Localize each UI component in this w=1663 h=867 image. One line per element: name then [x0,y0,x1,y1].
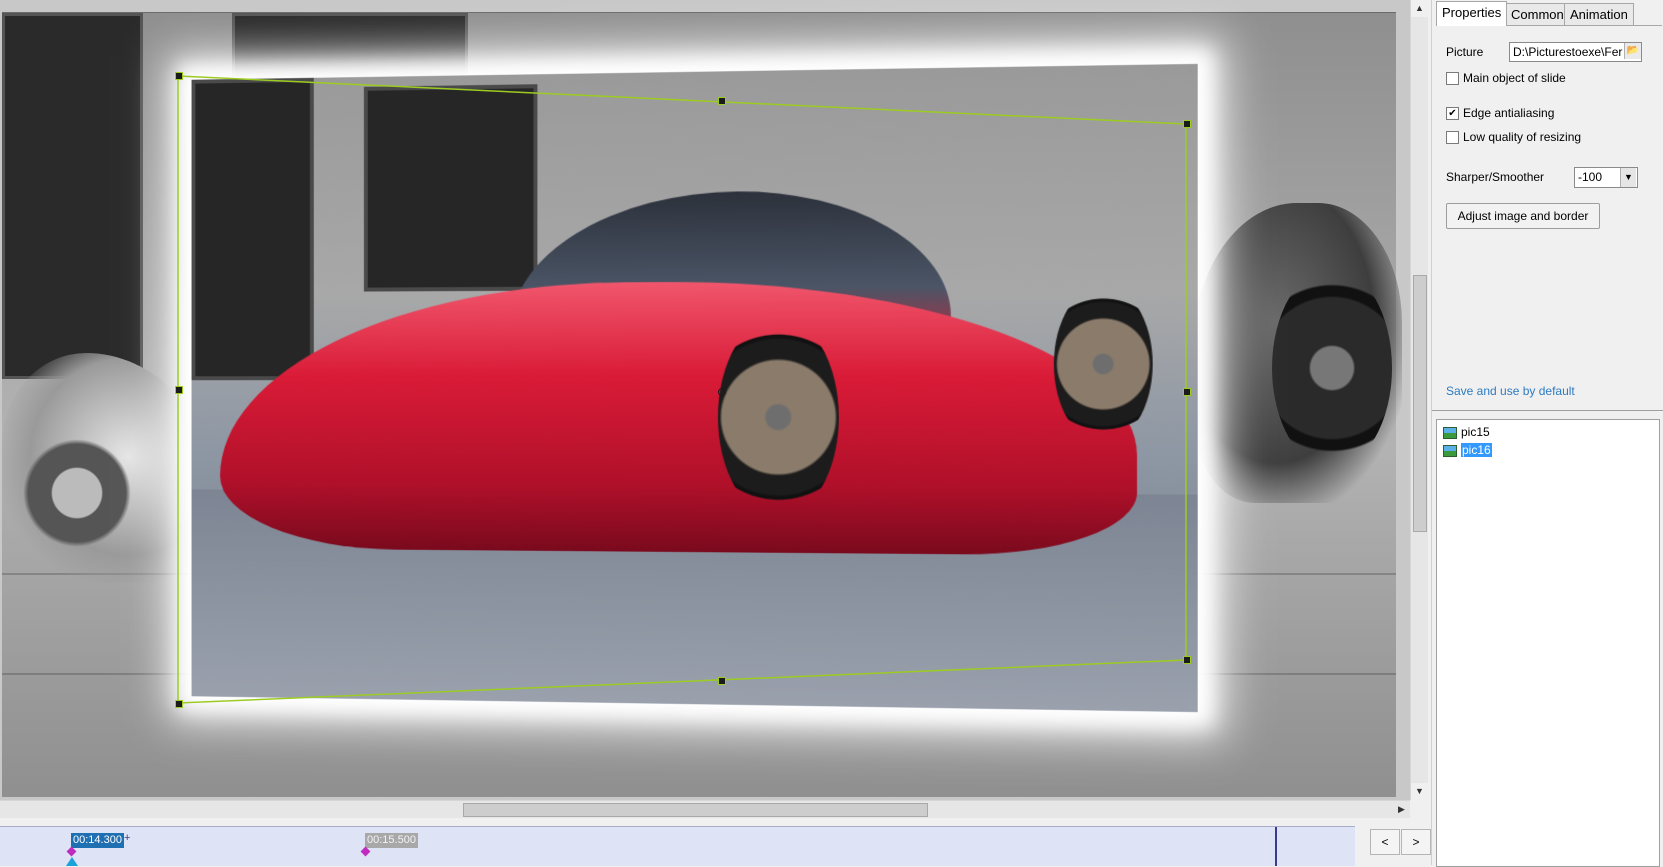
resize-handle-top-right[interactable] [1183,120,1191,128]
scroll-up-icon[interactable]: ▲ [1411,0,1428,17]
car-rear-wheel [1053,284,1153,444]
main-object-checkbox[interactable] [1446,72,1459,85]
vertical-scroll-thumb[interactable] [1413,275,1427,532]
picture-path-field[interactable]: D:\Picturestoexe\Fer [1509,42,1642,62]
keyframe-marker[interactable] [360,846,371,857]
red-car-body [220,279,1138,556]
list-item-pic15[interactable]: pic15 [1443,424,1490,440]
edge-antialiasing-label: Edge antialiasing [1463,106,1555,120]
resize-handle-bottom-right[interactable] [1183,656,1191,664]
picture-label: Picture [1446,45,1484,59]
picture-icon [1443,426,1457,439]
rotation-center-handle[interactable] [718,388,726,396]
picture-icon [1443,444,1457,457]
background-wheel-right [1272,268,1392,468]
resize-handle-top-left[interactable] [175,72,183,80]
keyframe-marker[interactable] [66,846,77,857]
vertical-scrollbar[interactable]: ▲ ▼ [1410,0,1428,800]
panel-tabs: Properties Common Animation [1436,1,1662,26]
edge-antialiasing-checkbox[interactable]: ✔ [1446,107,1459,120]
tab-animation[interactable]: Animation [1564,3,1634,25]
panel-divider [1432,410,1663,411]
selected-slide-image[interactable] [191,63,1198,713]
folder-open-icon[interactable]: 📂 [1624,43,1641,59]
background-door [2,13,143,379]
horizontal-scroll-thumb[interactable] [463,803,928,817]
low-quality-label: Low quality of resizing [1463,130,1582,144]
properties-panel: Properties Common Animation Picture D:\P… [1431,0,1663,867]
resize-handle-top[interactable] [718,97,726,105]
add-keyframe-plus[interactable]: + [124,832,130,844]
resize-handle-left[interactable] [175,386,183,394]
timeline[interactable]: 00:14.300 + 00:15.500 [0,826,1355,866]
low-quality-checkbox[interactable] [1446,131,1459,144]
object-list[interactable]: pic15 pic16 [1436,419,1660,867]
slide-end-line [1275,827,1277,866]
sharper-smoother-label: Sharper/Smoother [1446,170,1545,184]
building-door [191,77,314,381]
tab-properties[interactable]: Properties [1436,1,1508,26]
next-keyframe-button[interactable]: > [1401,829,1431,855]
previous-keyframe-button[interactable]: < [1370,829,1400,855]
resize-handle-bottom-left[interactable] [175,700,183,708]
chevron-down-icon[interactable]: ▼ [1620,168,1636,187]
next-keyframe-time-label[interactable]: 00:15.500 [365,833,418,848]
list-item-label: pic16 [1461,443,1492,457]
main-object-label: Main object of slide [1463,71,1566,85]
list-item-label: pic15 [1461,425,1490,439]
building-door [363,84,538,292]
resize-handle-bottom[interactable] [718,677,726,685]
background-wheel-left [22,433,132,553]
save-default-link[interactable]: Save and use by default [1446,384,1575,398]
resize-handle-right[interactable] [1183,388,1191,396]
car-front-wheel [717,316,839,519]
horizontal-scrollbar[interactable]: ▶ [0,800,1410,818]
current-time-label[interactable]: 00:14.300 [71,833,124,848]
scroll-right-icon[interactable]: ▶ [1393,801,1410,818]
tab-common[interactable]: Common [1505,3,1570,25]
adjust-image-border-button[interactable]: Adjust image and border [1446,203,1600,229]
scroll-down-icon[interactable]: ▼ [1411,783,1428,800]
slide-canvas[interactable] [0,0,1410,800]
list-item-pic16[interactable]: pic16 [1443,442,1492,458]
